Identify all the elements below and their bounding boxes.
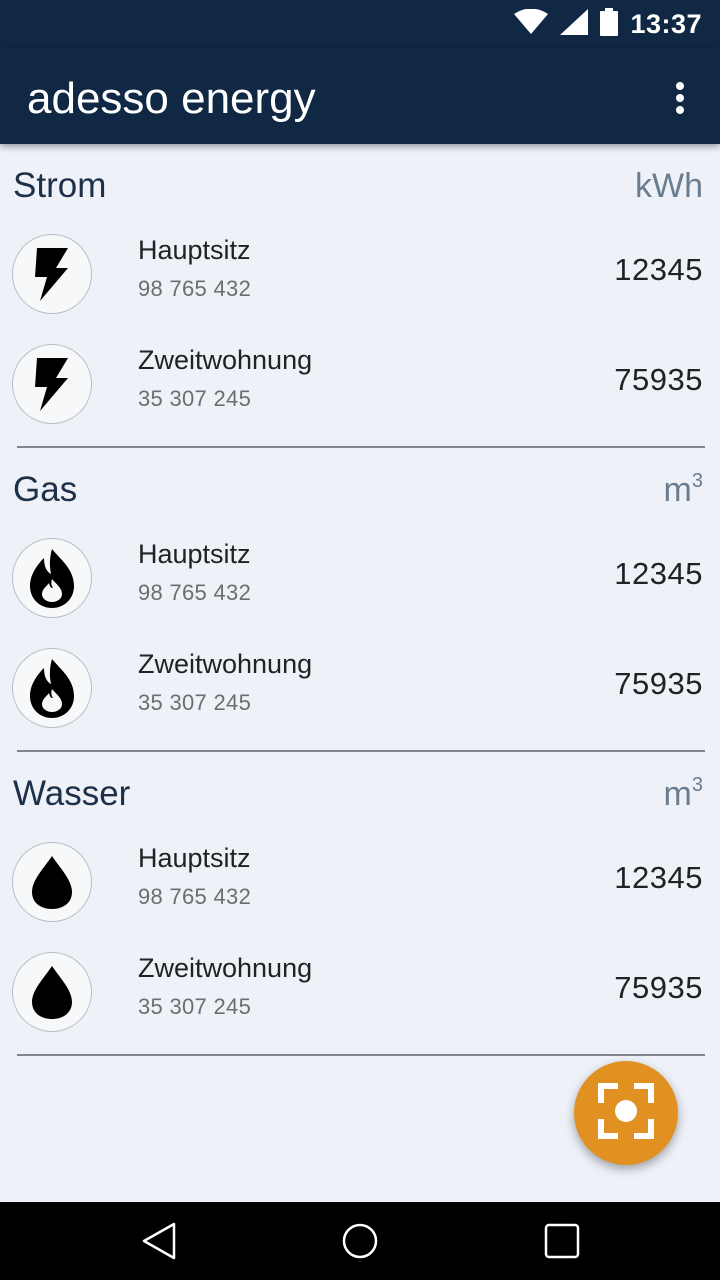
meter-row[interactable]: Zweitwohnung 35 307 245 75935: [0, 642, 720, 752]
section-gas: Gas m3 Hauptsitz 98 765 432 12345 Zweitw…: [0, 448, 720, 752]
section-title: Strom: [13, 166, 107, 205]
meter-value: 12345: [614, 556, 703, 591]
meter-number: 35 307 245: [138, 690, 252, 715]
section-unit: kWh: [635, 167, 703, 205]
meter-name: Zweitwohnung: [138, 649, 313, 679]
more-vert-icon[interactable]: [670, 78, 690, 118]
status-time: 13:37: [630, 8, 702, 39]
meter-number: 98 765 432: [138, 580, 252, 605]
flame-icon: [12, 538, 92, 618]
section-strom: Strom kWh Hauptsitz 98 765 432 12345 Zwe…: [0, 144, 720, 448]
meter-value: 75935: [614, 362, 703, 397]
meter-value: 75935: [614, 970, 703, 1005]
scan-camera-icon: [597, 1082, 655, 1145]
section-title: Wasser: [13, 774, 131, 813]
navigation-bar: [0, 1202, 720, 1280]
back-icon[interactable]: [137, 1219, 181, 1263]
battery-icon: [600, 7, 619, 41]
section-header: Gas m3: [0, 468, 720, 512]
meter-number: 98 765 432: [138, 276, 252, 301]
divider: [17, 1054, 705, 1056]
water-drop-icon: [12, 842, 92, 922]
meter-row[interactable]: Hauptsitz 98 765 432 12345: [0, 836, 720, 946]
section-header: Wasser m3: [0, 772, 720, 816]
scan-button[interactable]: [574, 1061, 678, 1165]
section-title: Gas: [13, 470, 78, 509]
section-unit: m3: [663, 470, 703, 509]
meter-list: Strom kWh Hauptsitz 98 765 432 12345 Zwe…: [0, 144, 720, 1202]
water-drop-icon: [12, 952, 92, 1032]
meter-row[interactable]: Hauptsitz 98 765 432 12345: [0, 228, 720, 338]
app-bar: adesso energy: [0, 48, 720, 144]
meter-row[interactable]: Zweitwohnung 35 307 245 75935: [0, 338, 720, 448]
section-header: Strom kWh: [0, 164, 720, 208]
app-title: adesso energy: [27, 74, 316, 123]
meter-value: 12345: [614, 252, 703, 287]
lightning-bolt-icon: [12, 234, 92, 314]
meter-name: Zweitwohnung: [138, 953, 313, 983]
status-bar: 13:37: [0, 0, 720, 48]
meter-value: 12345: [614, 860, 703, 895]
lightning-bolt-icon: [12, 344, 92, 424]
section-wasser: Wasser m3 Hauptsitz 98 765 432 12345 Zwe…: [0, 752, 720, 1056]
wifi-icon: [514, 8, 549, 40]
meter-row[interactable]: Hauptsitz 98 765 432 12345: [0, 532, 720, 642]
recents-icon[interactable]: [540, 1219, 584, 1263]
meter-number: 35 307 245: [138, 994, 252, 1019]
meter-name: Hauptsitz: [138, 843, 251, 873]
status-icons: 13:37: [514, 7, 702, 41]
meter-name: Hauptsitz: [138, 539, 251, 569]
cell-signal-icon: [560, 8, 589, 40]
section-unit: m3: [663, 774, 703, 813]
meter-value: 75935: [614, 666, 703, 701]
meter-row[interactable]: Zweitwohnung 35 307 245 75935: [0, 946, 720, 1056]
meter-name: Hauptsitz: [138, 235, 251, 265]
meter-name: Zweitwohnung: [138, 345, 313, 375]
meter-number: 35 307 245: [138, 386, 252, 411]
home-icon[interactable]: [338, 1219, 382, 1263]
flame-icon: [12, 648, 92, 728]
meter-number: 98 765 432: [138, 884, 252, 909]
